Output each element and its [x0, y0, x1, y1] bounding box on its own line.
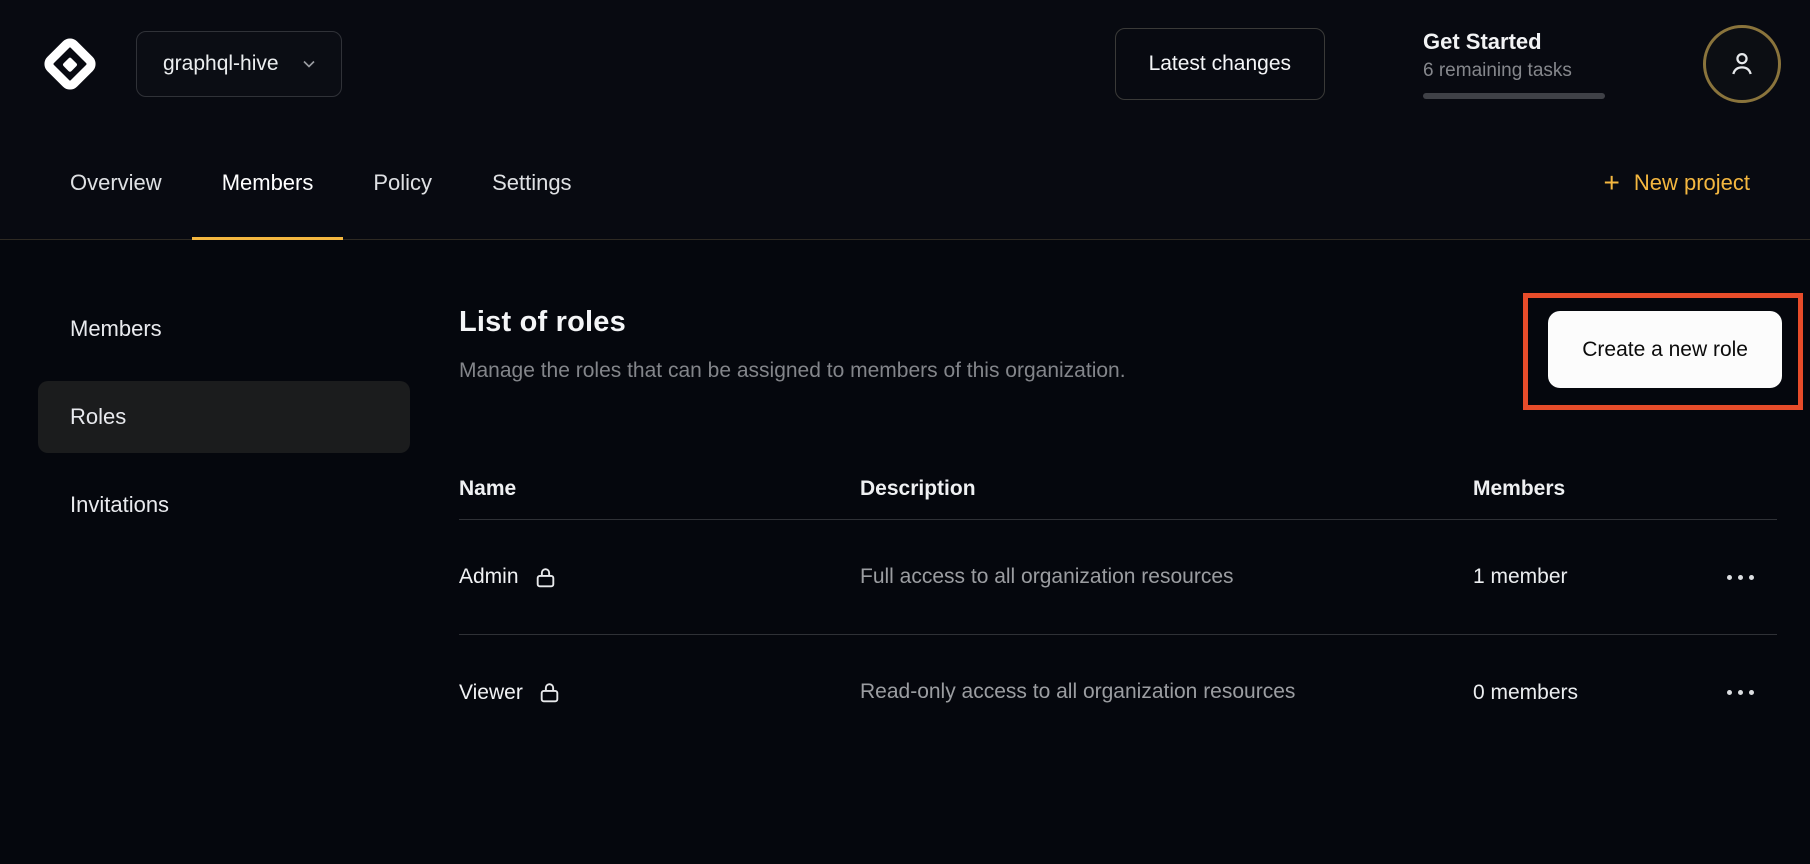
- roles-table: Name Description Members Admin Full acce…: [459, 458, 1777, 750]
- chevron-down-icon: [299, 54, 319, 74]
- lock-icon: [533, 565, 558, 590]
- org-name: graphql-hive: [163, 52, 279, 76]
- row-menu-button[interactable]: [1719, 567, 1762, 588]
- org-tab-bar: Overview Members Policy Settings + New p…: [0, 127, 1810, 240]
- role-member-count: 0 members: [1473, 681, 1578, 704]
- tab-overview[interactable]: Overview: [40, 127, 192, 239]
- content-header-text: List of roles Manage the roles that can …: [459, 306, 1126, 383]
- get-started-remaining-tasks: 6 remaining tasks: [1423, 60, 1605, 82]
- page-subtitle: Manage the roles that can be assigned to…: [459, 359, 1126, 383]
- role-name: Viewer: [459, 681, 523, 705]
- ellipsis-icon: [1727, 575, 1732, 580]
- new-project-button[interactable]: + New project: [1603, 127, 1750, 239]
- table-row-admin: Admin Full access to all organization re…: [459, 520, 1777, 635]
- sidebar-item-members[interactable]: Members: [38, 293, 410, 365]
- user-avatar[interactable]: [1703, 25, 1781, 103]
- role-description: Full access to all organization resource…: [860, 565, 1234, 588]
- get-started-title: Get Started: [1423, 29, 1605, 55]
- hive-logo-icon[interactable]: [38, 32, 102, 96]
- app-window: graphql-hive Latest changes Get Started …: [0, 0, 1810, 864]
- create-new-role-button[interactable]: Create a new role: [1548, 311, 1782, 388]
- role-name: Admin: [459, 565, 519, 589]
- column-header-members: Members: [1473, 477, 1703, 501]
- get-started-progress-bar: [1423, 93, 1605, 99]
- ellipsis-icon: [1727, 690, 1732, 695]
- get-started-widget[interactable]: Get Started 6 remaining tasks: [1423, 29, 1605, 99]
- tab-members[interactable]: Members: [192, 127, 344, 239]
- latest-changes-button[interactable]: Latest changes: [1115, 28, 1325, 100]
- sidebar-item-invitations[interactable]: Invitations: [38, 469, 410, 541]
- person-icon: [1726, 48, 1758, 80]
- role-description: Read-only access to all organization res…: [860, 680, 1295, 703]
- logo-dot: [62, 56, 78, 72]
- members-sidebar: Members Roles Invitations: [38, 240, 410, 864]
- column-header-description: Description: [860, 477, 1473, 501]
- top-bar: graphql-hive Latest changes Get Started …: [0, 0, 1810, 127]
- row-menu-button[interactable]: [1719, 682, 1762, 703]
- content-header: List of roles Manage the roles that can …: [459, 306, 1777, 410]
- sidebar-item-roles[interactable]: Roles: [38, 381, 410, 453]
- roles-table-header: Name Description Members: [459, 458, 1777, 520]
- tab-policy[interactable]: Policy: [343, 127, 462, 239]
- top-bar-right: Latest changes Get Started 6 remaining t…: [1115, 25, 1781, 103]
- page-title: List of roles: [459, 306, 1126, 339]
- plus-icon: +: [1603, 169, 1619, 197]
- role-member-count: 1 member: [1473, 565, 1568, 588]
- table-row-viewer: Viewer Read-only access to all organizat…: [459, 635, 1777, 750]
- tab-settings[interactable]: Settings: [462, 127, 602, 239]
- page-body: Members Roles Invitations List of roles …: [0, 240, 1810, 864]
- new-project-label: New project: [1634, 170, 1750, 196]
- roles-content: List of roles Manage the roles that can …: [459, 240, 1777, 864]
- logo-ring: [40, 34, 99, 93]
- annotation-highlight-box: Create a new role: [1523, 293, 1803, 410]
- org-selector-dropdown[interactable]: graphql-hive: [136, 31, 342, 97]
- column-header-name: Name: [459, 477, 860, 501]
- lock-icon: [537, 680, 562, 705]
